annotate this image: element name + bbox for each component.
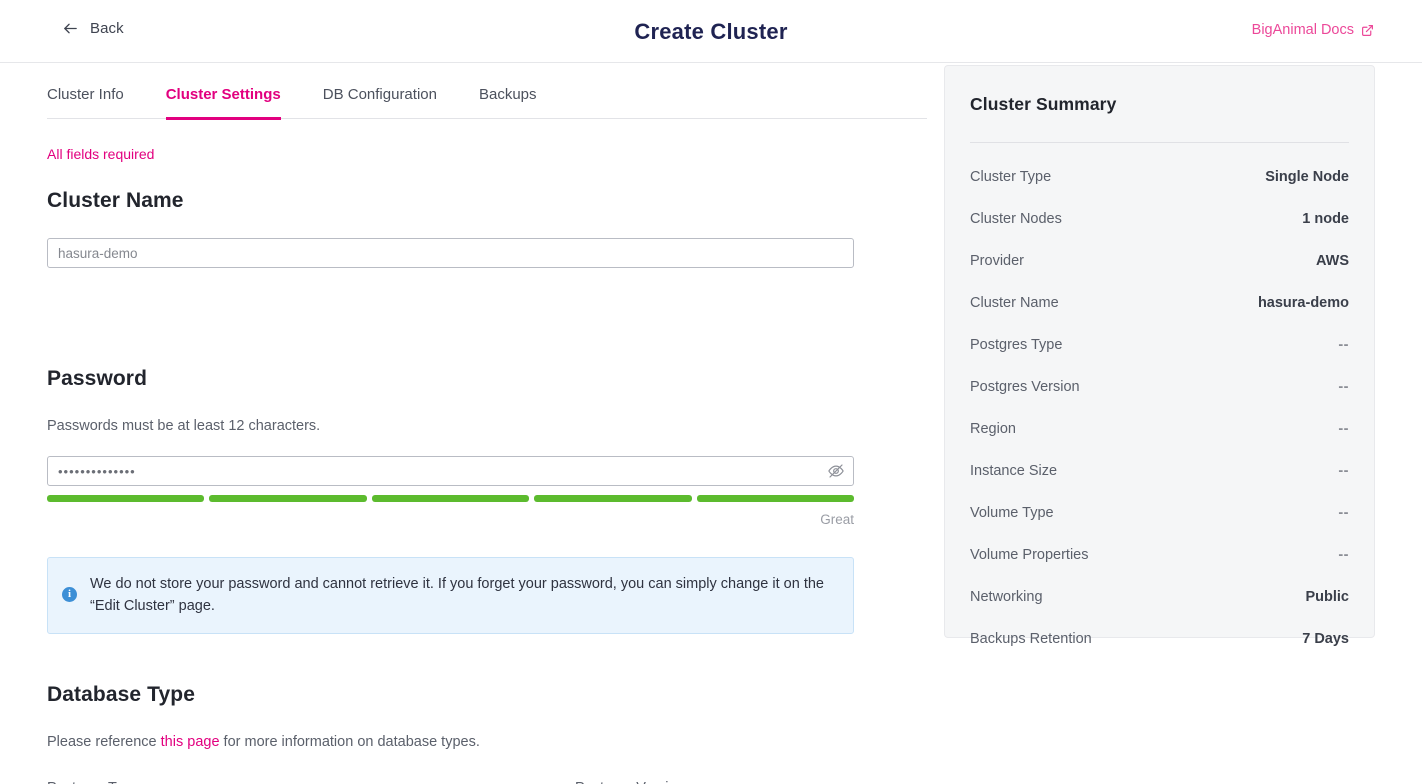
strength-segment (697, 495, 854, 502)
table-row: Instance Size -- (970, 463, 1349, 479)
database-types-link[interactable]: this page (161, 734, 220, 750)
summary-value: Single Node (1265, 169, 1349, 185)
table-row: Cluster Type Single Node (970, 169, 1349, 185)
page-body: Cluster Info Cluster Settings DB Configu… (0, 63, 1422, 784)
summary-key: Region (970, 421, 1016, 437)
summary-value: -- (1338, 421, 1349, 437)
password-input[interactable] (47, 456, 854, 486)
strength-segment (209, 495, 366, 502)
eye-off-icon[interactable] (827, 462, 845, 480)
summary-value: -- (1338, 337, 1349, 353)
strength-segment (47, 495, 204, 502)
table-row: Region -- (970, 421, 1349, 437)
password-strength-meter (47, 495, 854, 502)
cluster-name-input[interactable] (47, 238, 854, 268)
summary-key: Volume Type (970, 505, 1054, 521)
postgres-version-field: Postgres Version (575, 780, 737, 784)
app-header: Back Create Cluster BigAnimal Docs (0, 0, 1422, 63)
summary-value: -- (1338, 547, 1349, 563)
external-link-icon (1361, 24, 1374, 37)
summary-value: -- (1338, 463, 1349, 479)
table-row: Networking Public (970, 589, 1349, 605)
password-heading: Password (47, 367, 927, 391)
postgres-type-field: Postgres Type (47, 780, 575, 784)
database-type-heading: Database Type (47, 683, 927, 707)
summary-key: Postgres Version (970, 379, 1080, 395)
cluster-summary-panel: Cluster Summary Cluster Type Single Node… (944, 65, 1375, 638)
table-row: Volume Properties -- (970, 547, 1349, 563)
summary-key: Instance Size (970, 463, 1057, 479)
postgres-version-label: Postgres Version (575, 780, 737, 784)
table-row: Volume Type -- (970, 505, 1349, 521)
summary-key: Volume Properties (970, 547, 1088, 563)
summary-key: Networking (970, 589, 1043, 605)
tab-backups[interactable]: Backups (479, 78, 537, 120)
summary-value: AWS (1316, 253, 1349, 269)
biganimal-docs-link[interactable]: BigAnimal Docs (1252, 22, 1374, 38)
postgres-type-label: Postgres Type (47, 780, 575, 784)
summary-value: -- (1338, 505, 1349, 521)
cluster-summary-title: Cluster Summary (970, 94, 1349, 115)
password-field-wrap (47, 456, 854, 486)
table-row: Backups Retention 7 Days (970, 631, 1349, 647)
strength-segment (372, 495, 529, 502)
password-strength-label: Great (47, 512, 854, 527)
tab-cluster-info[interactable]: Cluster Info (47, 78, 124, 120)
helper-suffix: for more information on database types. (220, 734, 480, 750)
table-row: Postgres Type -- (970, 337, 1349, 353)
divider (970, 142, 1349, 143)
tab-cluster-settings[interactable]: Cluster Settings (166, 78, 281, 120)
tab-bar: Cluster Info Cluster Settings DB Configu… (47, 78, 927, 119)
helper-prefix: Please reference (47, 734, 161, 750)
summary-key: Backups Retention (970, 631, 1092, 647)
tab-db-configuration[interactable]: DB Configuration (323, 78, 437, 120)
summary-key: Cluster Name (970, 295, 1059, 311)
strength-segment (534, 495, 691, 502)
summary-value: hasura-demo (1258, 295, 1349, 311)
summary-value: -- (1338, 379, 1349, 395)
database-type-helper-text: Please reference this page for more info… (47, 734, 927, 750)
password-helper-text: Passwords must be at least 12 characters… (47, 418, 927, 434)
table-row: Provider AWS (970, 253, 1349, 269)
summary-value: 7 Days (1302, 631, 1349, 647)
page-title: Create Cluster (0, 19, 1422, 45)
password-info-message: We do not store your password and cannot… (90, 573, 837, 618)
table-row: Cluster Nodes 1 node (970, 211, 1349, 227)
info-icon: i (62, 587, 77, 602)
docs-link-label: BigAnimal Docs (1252, 22, 1354, 38)
all-fields-required-note: All fields required (47, 146, 927, 162)
summary-key: Cluster Type (970, 169, 1051, 185)
cluster-name-heading: Cluster Name (47, 189, 927, 213)
summary-key: Cluster Nodes (970, 211, 1062, 227)
form-column: Cluster Info Cluster Settings DB Configu… (47, 63, 927, 784)
database-type-fields: Postgres Type Postgres Version (47, 780, 927, 784)
password-info-callout: i We do not store your password and cann… (47, 557, 854, 634)
table-row: Cluster Name hasura-demo (970, 295, 1349, 311)
cluster-name-field-wrap (47, 238, 927, 268)
summary-value: Public (1305, 589, 1349, 605)
summary-key: Postgres Type (970, 337, 1062, 353)
table-row: Postgres Version -- (970, 379, 1349, 395)
summary-value: 1 node (1302, 211, 1349, 227)
summary-key: Provider (970, 253, 1024, 269)
